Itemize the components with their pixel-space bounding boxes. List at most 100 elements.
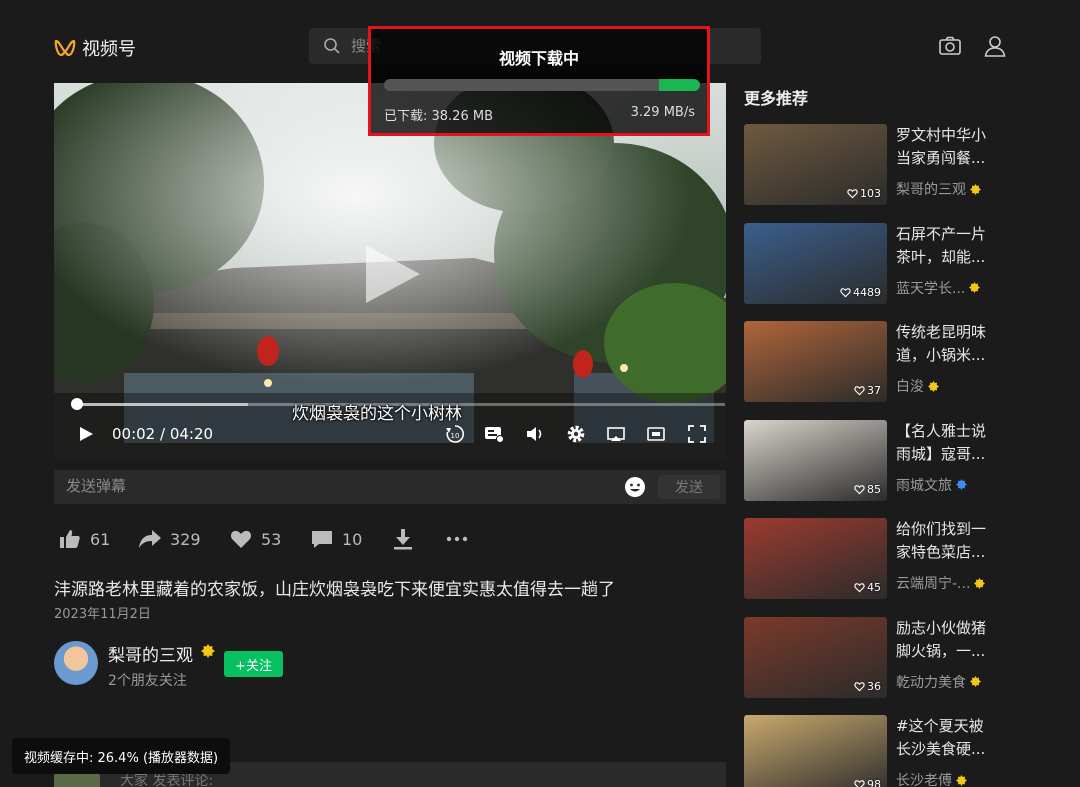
like-count: 61 (90, 529, 111, 549)
recommendation-title[interactable]: 石屏不产一片 茶叶，却能... (896, 223, 1064, 269)
theater-mode-button[interactable] (646, 424, 666, 444)
recommendation-title-line: #这个夏天被 (896, 717, 984, 735)
play-icon (80, 427, 93, 441)
heart-outline-icon (840, 287, 851, 297)
recommendation-likes: 36 (854, 680, 881, 693)
like-button[interactable]: 61 (58, 527, 110, 551)
download-button[interactable] (391, 527, 415, 551)
recommendation-thumbnail[interactable]: 45 (744, 518, 887, 599)
recommendation-likes: 98 (854, 778, 881, 787)
logo[interactable]: 视频号 (54, 35, 136, 61)
danmaku-settings-button[interactable] (484, 424, 504, 444)
progress-knob[interactable] (71, 398, 83, 410)
downloaded-size: 已下载: 38.26 MB (384, 109, 493, 124)
camera-icon[interactable] (937, 33, 963, 59)
emoji-icon[interactable] (624, 476, 646, 498)
recommendation-item[interactable]: 85 【名人雅士说 雨城】寇哥... 雨城文旅 (744, 419, 1064, 502)
recommendation-author-name: 长沙老傅 (896, 773, 952, 787)
gold-verified-badge-icon (970, 676, 981, 687)
more-button[interactable] (445, 527, 469, 551)
recommendation-title-line: 道，小锅米... (896, 346, 986, 364)
recommendation-title[interactable]: 传统老昆明味 道，小锅米... (896, 321, 1064, 367)
play-overlay-icon[interactable] (362, 243, 422, 305)
gold-verified-badge-icon (969, 282, 981, 293)
recommendation-author[interactable]: 乾动力美食 (896, 672, 981, 692)
play-button[interactable] (76, 424, 96, 444)
author-name[interactable]: 梨哥的三观 (108, 641, 193, 666)
recommendation-like-count: 4489 (853, 285, 881, 299)
heart-outline-icon (854, 386, 865, 396)
thumbs-up-icon (60, 530, 80, 548)
heart-outline-icon (854, 780, 865, 787)
download-speed: 3.29 MB/s (630, 105, 695, 120)
recommendation-author[interactable]: 雨城文旅 (896, 475, 967, 495)
fullscreen-icon (688, 425, 706, 443)
cast-icon (607, 427, 625, 441)
recommendation-thumbnail[interactable]: 98 (744, 715, 887, 787)
cache-status-toast: 视频缓存中: 26.4% (播放器数据) (12, 738, 231, 774)
video-date: 2023年11月2日 (54, 607, 151, 622)
recommendation-thumbnail[interactable]: 36 (744, 616, 887, 698)
recommendation-title[interactable]: 给你们找到一 家特色菜店... (896, 518, 1064, 564)
author-avatar[interactable] (54, 641, 98, 685)
recommendation-author-name: 乾动力美食 (896, 674, 966, 691)
comment-button[interactable]: 10 (310, 527, 362, 551)
recommendation-author[interactable]: 云端周宁-... (896, 573, 986, 593)
recommendation-author[interactable]: 梨哥的三观 (896, 179, 981, 199)
danmaku-bar: 发送 (54, 470, 726, 504)
settings-button[interactable] (566, 424, 586, 444)
recommendation-thumbnail[interactable]: 85 (744, 419, 887, 501)
volume-button[interactable] (525, 424, 545, 444)
gold-verified-badge-icon (974, 577, 986, 589)
recommendation-item[interactable]: 4489 石屏不产一片 茶叶，却能... 蓝天学长... (744, 222, 1064, 305)
user-icon[interactable] (982, 33, 1008, 59)
heart-icon (230, 530, 252, 548)
recommendation-author[interactable]: 长沙老傅 (896, 770, 967, 787)
recommendation-title[interactable]: 罗文村中华小 当家勇闯餐... (896, 124, 1064, 170)
logo-text: 视频号 (82, 39, 136, 60)
recommendation-title[interactable]: #这个夏天被 长沙美食硬... (896, 715, 1064, 761)
recommendation-title-line: 脚火锅，一... (896, 641, 986, 660)
download-progress-bar (384, 79, 700, 91)
recommendation-like-count: 85 (867, 482, 881, 496)
share-button[interactable]: 329 (138, 527, 201, 551)
gold-verified-badge-icon (970, 183, 981, 195)
search-icon (324, 38, 340, 54)
recommendation-author[interactable]: 白浚 (896, 376, 939, 396)
favorite-button[interactable]: 53 (229, 527, 281, 551)
recommendation-item[interactable]: 98 #这个夏天被 长沙美食硬... 长沙老傅 (744, 715, 1064, 787)
fullscreen-button[interactable] (687, 424, 707, 444)
gold-verified-badge-icon (956, 774, 967, 786)
gold-verified-badge-icon (928, 380, 939, 392)
recommendation-author-name: 蓝天学长... (896, 280, 966, 297)
share-arrow-icon (139, 530, 161, 548)
recommendation-title[interactable]: 【名人雅士说 雨城】寇哥... (896, 420, 1064, 466)
recommendation-title-line: 家特色菜店... (896, 543, 986, 561)
recommendation-thumbnail[interactable]: 37 (744, 321, 887, 402)
recommendation-author-name: 雨城文旅 (896, 477, 952, 494)
channels-logo-icon (54, 39, 76, 57)
recommendation-likes: 45 (854, 581, 881, 594)
heart-outline-icon (854, 681, 865, 691)
video-subtitle: 炊烟袅袅的这个小树林 (292, 404, 462, 424)
replay-10-button[interactable]: 10 (445, 424, 465, 444)
recommendation-item[interactable]: 103 罗文村中华小 当家勇闯餐... 梨哥的三观 (744, 124, 1064, 206)
heart-outline-icon (854, 484, 865, 494)
svg-text:10: 10 (451, 432, 460, 440)
danmaku-input[interactable] (66, 477, 606, 495)
follow-button[interactable]: +关注 (224, 651, 283, 677)
recommendation-item[interactable]: 45 给你们找到一 家特色菜店... 云端周宁-... (744, 518, 1064, 600)
recommendations-title: 更多推荐 (744, 89, 809, 108)
recommendation-thumbnail[interactable]: 4489 (744, 222, 887, 304)
recommendation-thumbnail[interactable]: 103 (744, 124, 887, 205)
recommendation-item[interactable]: 36 励志小伙做猪 脚火锅，一... 乾动力美食 (744, 616, 1064, 699)
recommendation-title-line: 长沙美食硬... (896, 740, 986, 758)
recommendation-likes: 4489 (840, 286, 881, 299)
recommendation-title[interactable]: 励志小伙做猪 脚火锅，一... (896, 617, 1064, 663)
cast-button[interactable] (606, 424, 626, 444)
recommendation-author[interactable]: 蓝天学长... (896, 278, 981, 298)
recommendation-title-line: 当家勇闯餐... (896, 149, 986, 167)
favorite-count: 53 (261, 529, 282, 549)
recommendation-item[interactable]: 37 传统老昆明味 道，小锅米... 白浚 (744, 321, 1064, 403)
danmaku-send-button[interactable]: 发送 (658, 475, 720, 499)
